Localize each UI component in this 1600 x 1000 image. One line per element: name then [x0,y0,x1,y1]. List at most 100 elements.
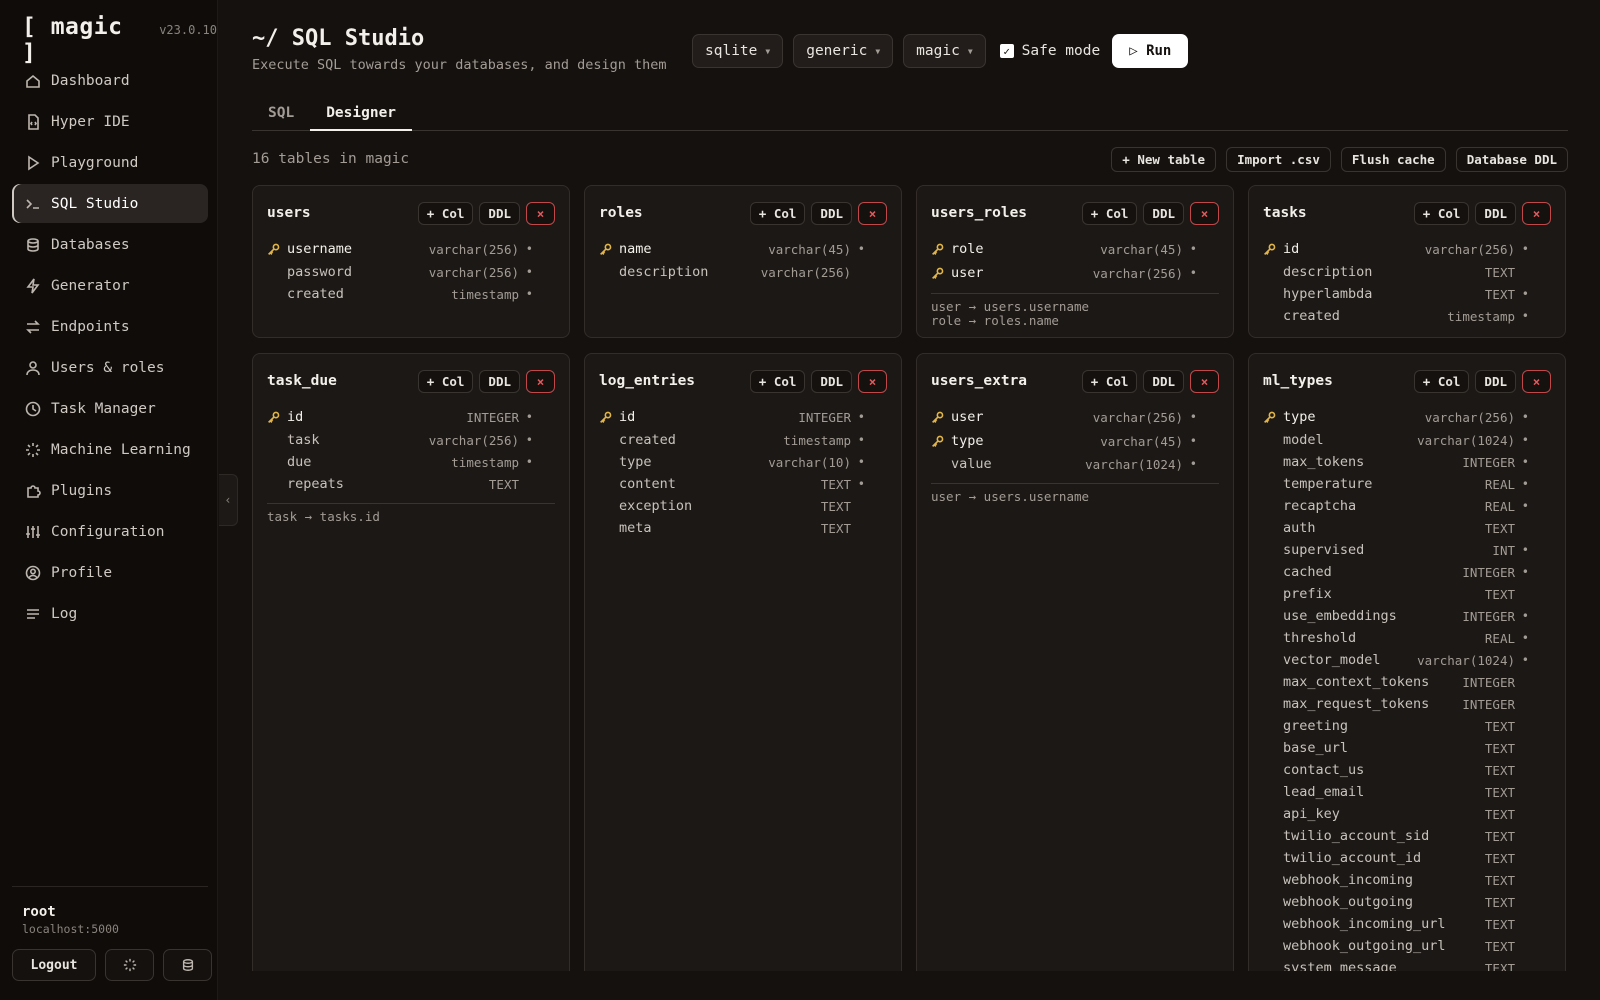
column-row[interactable]: temperature REAL • [1263,473,1529,495]
table-name[interactable]: roles [599,205,750,221]
column-row[interactable]: max_context_tokens INTEGER [1263,671,1529,693]
sidebar-item-plugins[interactable]: Plugins [12,471,208,510]
column-row[interactable]: hyperlambda TEXT • [1263,283,1529,305]
connection-select[interactable]: generic ▼ [793,34,894,68]
brand-logo[interactable]: [ magic ] [22,14,149,66]
add-column-button[interactable]: + Col [417,201,474,225]
table-ddl-button[interactable]: DDL [479,369,520,393]
column-row[interactable]: webhook_incoming TEXT [1263,869,1529,891]
column-row[interactable]: type varchar(256) • [1263,405,1529,429]
column-row[interactable]: name varchar(45) • [599,237,865,261]
column-row[interactable]: type varchar(10) • [599,451,865,473]
column-row[interactable]: webhook_outgoing TEXT [1263,891,1529,913]
add-column-button[interactable]: + Col [749,201,806,225]
logout-button[interactable]: Logout [12,949,96,981]
add-column-button[interactable]: + Col [1413,369,1470,393]
table-name[interactable]: ml_types [1263,373,1414,389]
column-row[interactable]: task varchar(256) • [267,429,533,451]
column-row[interactable]: repeats TEXT [267,473,533,495]
sidebar-item-databases[interactable]: Databases [12,225,208,264]
column-row[interactable]: use_embeddings INTEGER • [1263,605,1529,627]
column-row[interactable]: contact_us TEXT [1263,759,1529,781]
column-row[interactable]: max_tokens INTEGER • [1263,451,1529,473]
db-type-select[interactable]: sqlite ▼ [692,34,784,68]
table-name[interactable]: log_entries [599,373,750,389]
column-row[interactable]: id INTEGER • [599,405,865,429]
column-row[interactable]: description TEXT [1263,261,1529,283]
column-row[interactable]: webhook_outgoing_url TEXT [1263,935,1529,957]
table-ddl-button[interactable]: DDL [1143,201,1184,225]
import-csv-button[interactable]: Import .csv [1226,147,1331,172]
sidebar-item-log[interactable]: Log [12,594,208,633]
safe-mode-toggle[interactable]: ✓ Safe mode [999,43,1100,59]
table-ddl-button[interactable]: DDL [1143,369,1184,393]
add-column-button[interactable]: + Col [1081,369,1138,393]
run-button[interactable]: ▷ Run [1112,34,1189,68]
column-row[interactable]: system_message TEXT [1263,957,1529,971]
column-row[interactable]: recaptcha REAL • [1263,495,1529,517]
column-row[interactable]: base_url TEXT [1263,737,1529,759]
column-row[interactable]: username varchar(256) • [267,237,533,261]
sidebar-item-machine-learning[interactable]: Machine Learning [12,430,208,469]
column-row[interactable]: api_key TEXT [1263,803,1529,825]
sidebar-item-playground[interactable]: Playground [12,143,208,182]
column-row[interactable]: role varchar(45) • [931,237,1197,261]
delete-table-button[interactable]: × [1522,369,1551,393]
column-row[interactable]: id varchar(256) • [1263,237,1529,261]
sidebar-item-profile[interactable]: Profile [12,553,208,592]
column-row[interactable]: user varchar(256) • [931,405,1197,429]
column-row[interactable]: user varchar(256) • [931,261,1197,285]
column-row[interactable]: description varchar(256) [599,261,865,283]
delete-table-button[interactable]: × [1190,201,1219,225]
column-row[interactable]: webhook_incoming_url TEXT [1263,913,1529,935]
database-ddl-button[interactable]: Database DDL [1455,147,1568,172]
safe-mode-checkbox[interactable]: ✓ [999,44,1014,58]
column-row[interactable]: prefix TEXT [1263,583,1529,605]
column-row[interactable]: type varchar(45) • [931,429,1197,453]
delete-table-button[interactable]: × [858,201,887,225]
database-button[interactable] [163,949,212,981]
table-ddl-button[interactable]: DDL [811,369,852,393]
column-row[interactable]: password varchar(256) • [267,261,533,283]
column-row[interactable]: created timestamp • [1263,305,1529,327]
column-row[interactable]: created timestamp • [267,283,533,305]
table-name[interactable]: users_extra [931,373,1082,389]
table-ddl-button[interactable]: DDL [1475,201,1516,225]
column-row[interactable]: id INTEGER • [267,405,533,429]
column-row[interactable]: threshold REAL • [1263,627,1529,649]
sidebar-item-dashboard[interactable]: Dashboard [12,61,208,100]
table-name[interactable]: task_due [267,373,418,389]
column-row[interactable]: model varchar(1024) • [1263,429,1529,451]
add-column-button[interactable]: + Col [1081,201,1138,225]
sidebar-item-hyper-ide[interactable]: Hyper IDE [12,102,208,141]
sidebar-item-task-manager[interactable]: Task Manager [12,389,208,428]
flush-cache-button[interactable]: Flush cache [1340,147,1446,172]
column-row[interactable]: greeting TEXT [1263,715,1529,737]
column-row[interactable]: vector_model varchar(1024) • [1263,649,1529,671]
table-ddl-button[interactable]: DDL [811,201,852,225]
sidebar-item-endpoints[interactable]: Endpoints [12,307,208,346]
column-row[interactable]: meta TEXT [599,517,865,539]
database-select[interactable]: magic ▼ [903,34,986,68]
column-row[interactable]: value varchar(1024) • [931,453,1197,475]
delete-table-button[interactable]: × [526,369,555,393]
delete-table-button[interactable]: × [858,369,887,393]
column-row[interactable]: max_request_tokens INTEGER [1263,693,1529,715]
new-table-button[interactable]: + New table [1111,147,1217,172]
table-ddl-button[interactable]: DDL [479,201,520,225]
sidebar-item-generator[interactable]: Generator [12,266,208,305]
add-column-button[interactable]: + Col [417,369,474,393]
column-row[interactable]: auth TEXT [1263,517,1529,539]
column-row[interactable]: lead_email TEXT [1263,781,1529,803]
delete-table-button[interactable]: × [1190,369,1219,393]
column-row[interactable]: supervised INT • [1263,539,1529,561]
theme-button[interactable] [105,949,154,981]
column-row[interactable]: created timestamp • [599,429,865,451]
sidebar-item-sql-studio[interactable]: SQL Studio [12,184,208,223]
add-column-button[interactable]: + Col [749,369,806,393]
column-row[interactable]: cached INTEGER • [1263,561,1529,583]
add-column-button[interactable]: + Col [1413,201,1470,225]
delete-table-button[interactable]: × [1522,201,1551,225]
delete-table-button[interactable]: × [526,201,555,225]
sidebar-item-configuration[interactable]: Configuration [12,512,208,551]
